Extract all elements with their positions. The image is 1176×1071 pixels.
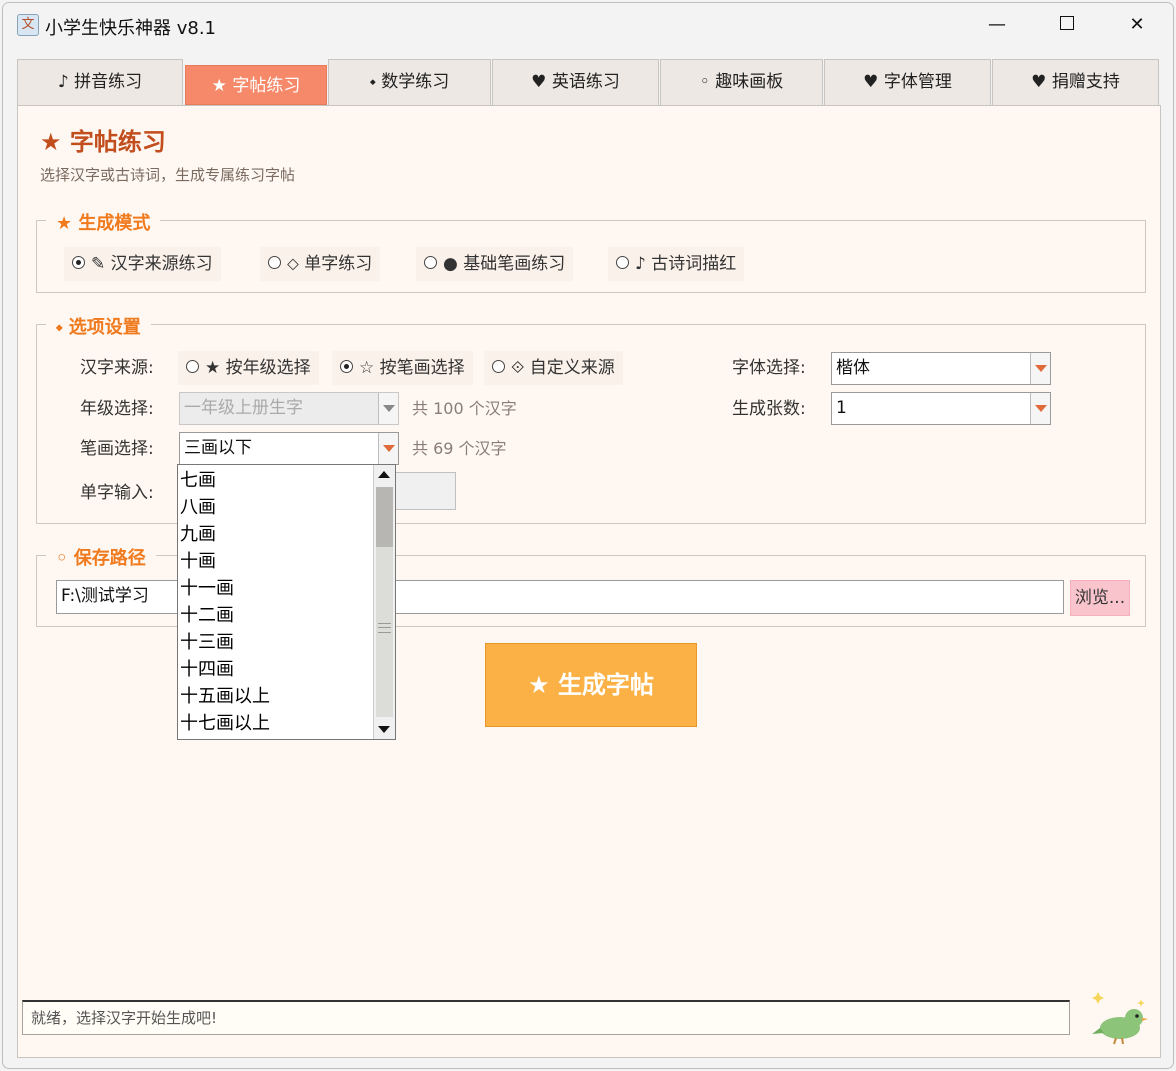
mode-group-legend: ★ 生成模式 bbox=[46, 209, 161, 235]
mode-radio-label: ✎ 汉字来源练习 bbox=[91, 254, 213, 274]
scroll-down-icon[interactable] bbox=[374, 719, 395, 739]
stroke-select-value: 三画以下 bbox=[184, 438, 252, 458]
font-select[interactable]: 楷体 bbox=[831, 352, 1051, 385]
dropdown-scrollbar[interactable] bbox=[373, 465, 395, 739]
mode-radio-label: ♪ 古诗词描红 bbox=[635, 254, 737, 274]
tab-copybook[interactable]: ★ 字帖练习 bbox=[185, 65, 327, 105]
page-subtitle: 选择汉字或古诗词，生成专属练习字帖 bbox=[40, 166, 296, 184]
dropdown-option[interactable]: 十画 bbox=[180, 548, 216, 575]
dropdown-option[interactable]: 七画 bbox=[180, 467, 216, 494]
close-button[interactable]: ✕ bbox=[1103, 3, 1171, 47]
minimize-button[interactable]: — bbox=[963, 3, 1031, 47]
source-radio-custom[interactable]: ⟐ 自定义来源 bbox=[484, 351, 623, 385]
scroll-up-icon[interactable] bbox=[374, 465, 395, 485]
tab-fonts[interactable]: ♥ 字体管理 bbox=[824, 59, 991, 105]
status-bar: 就绪，选择汉字开始生成吧! bbox=[22, 1000, 1070, 1035]
radio-checked-icon bbox=[340, 360, 353, 373]
radio-icon bbox=[616, 256, 629, 269]
radio-icon bbox=[492, 360, 505, 373]
tab-pinyin[interactable]: ♪ 拼音练习 bbox=[17, 59, 183, 105]
source-radio-label: ☆ 按笔画选择 bbox=[359, 358, 465, 378]
source-radio-label: ★ 按年级选择 bbox=[205, 358, 311, 378]
save-group-legend: ◦ 保存路径 bbox=[46, 544, 156, 570]
maximize-button[interactable] bbox=[1033, 3, 1101, 47]
dropdown-option[interactable]: 十四画 bbox=[180, 656, 234, 683]
single-char-label: 单字输入: bbox=[80, 483, 154, 503]
source-radio-grade[interactable]: ★ 按年级选择 bbox=[178, 351, 319, 385]
mode-radio-label: ● 基础笔画练习 bbox=[443, 254, 566, 274]
mode-radio-source[interactable]: ✎ 汉字来源练习 bbox=[64, 247, 221, 281]
mode-radio-single[interactable]: ⬦ 单字练习 bbox=[260, 247, 381, 281]
chevron-down-icon[interactable] bbox=[1030, 393, 1050, 424]
dropdown-option[interactable]: 九画 bbox=[180, 521, 216, 548]
window-title: 小学生快乐神器 v8.1 bbox=[45, 18, 216, 39]
radio-icon bbox=[186, 360, 199, 373]
chevron-down-icon[interactable] bbox=[1030, 353, 1050, 384]
grade-select[interactable]: 一年级上册生字 bbox=[179, 392, 399, 425]
mode-radio-label: ⬦ 单字练习 bbox=[287, 254, 373, 274]
maximize-icon bbox=[1060, 16, 1074, 30]
dropdown-option[interactable]: 八画 bbox=[180, 494, 216, 521]
scrollbar-thumb[interactable] bbox=[376, 487, 393, 547]
source-label: 汉字来源: bbox=[80, 358, 154, 378]
dropdown-option[interactable]: 十七画以上 bbox=[180, 710, 270, 737]
mode-radio-strokes[interactable]: ● 基础笔画练习 bbox=[416, 247, 574, 281]
page-title: ★ 字帖练习 bbox=[40, 128, 166, 156]
source-radio-label: ⟐ 自定义来源 bbox=[511, 358, 615, 378]
source-radio-strokes[interactable]: ☆ 按笔画选择 bbox=[332, 351, 473, 385]
dropdown-option[interactable]: 十五画以上 bbox=[180, 683, 270, 710]
mode-radio-poetry[interactable]: ♪ 古诗词描红 bbox=[608, 247, 745, 281]
radio-icon bbox=[268, 256, 281, 269]
stroke-label: 笔画选择: bbox=[80, 439, 154, 459]
font-select-value: 楷体 bbox=[836, 358, 870, 378]
grade-label: 年级选择: bbox=[80, 399, 154, 419]
stroke-dropdown-list[interactable]: 七画 八画 九画 十画 十一画 十二画 十三画 十四画 十五画以上 十七画以上 bbox=[177, 464, 396, 740]
count-select[interactable]: 1 bbox=[831, 392, 1051, 425]
grade-select-value: 一年级上册生字 bbox=[184, 398, 303, 418]
count-select-value: 1 bbox=[836, 398, 847, 418]
count-label: 生成张数: bbox=[732, 399, 806, 419]
title-bar[interactable]: 文 小学生快乐神器 v8.1 — ✕ bbox=[3, 3, 1173, 47]
generate-button[interactable]: ★ 生成字帖 bbox=[485, 643, 697, 727]
tab-bar: ♪ 拼音练习 ★ 字帖练习 ⬩ 数学练习 ♥ 英语练习 ◦ 趣味画板 ♥ 字体管… bbox=[17, 57, 1159, 105]
save-path-value: F:\测试学习 bbox=[61, 586, 149, 606]
app-window: 文 小学生快乐神器 v8.1 — ✕ ♪ 拼音练习 ★ 字帖练习 ⬩ 数学练习 … bbox=[2, 2, 1174, 1069]
stroke-count-hint: 共 69 个汉字 bbox=[412, 439, 507, 458]
chevron-down-icon[interactable] bbox=[378, 393, 398, 424]
bird-mascot-icon bbox=[1092, 992, 1148, 1045]
dropdown-option[interactable]: 十一画 bbox=[180, 575, 234, 602]
tab-english[interactable]: ♥ 英语练习 bbox=[492, 59, 659, 105]
grade-count-hint: 共 100 个汉字 bbox=[412, 399, 517, 418]
tab-donate[interactable]: ♥ 捐赠支持 bbox=[992, 59, 1159, 105]
font-label: 字体选择: bbox=[732, 358, 806, 378]
chevron-down-icon[interactable] bbox=[378, 433, 398, 464]
radio-checked-icon bbox=[72, 256, 85, 269]
browse-button[interactable]: 浏览... bbox=[1070, 580, 1130, 616]
app-icon: 文 bbox=[17, 14, 39, 36]
stroke-select[interactable]: 三画以下 bbox=[179, 432, 399, 465]
dropdown-option[interactable]: 十二画 bbox=[180, 602, 234, 629]
tab-math[interactable]: ⬩ 数学练习 bbox=[328, 59, 491, 105]
tab-drawing[interactable]: ◦ 趣味画板 bbox=[660, 59, 823, 105]
options-group-legend: ⬩ 选项设置 bbox=[46, 313, 151, 339]
grip-icon bbox=[378, 623, 391, 633]
radio-icon bbox=[424, 256, 437, 269]
dropdown-option[interactable]: 十三画 bbox=[180, 629, 234, 656]
